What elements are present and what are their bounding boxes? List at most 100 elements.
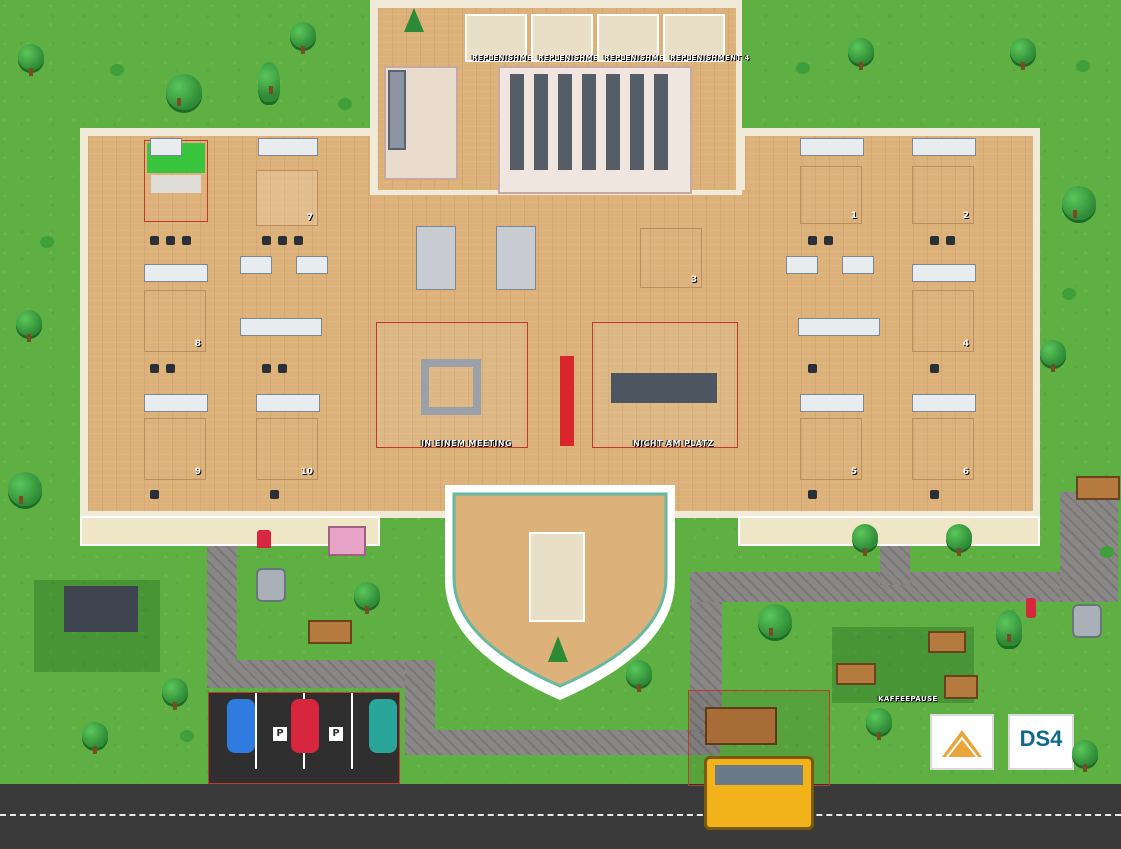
meeting-room[interactable]: IN EINEM MEETING <box>376 322 528 448</box>
car-icon <box>369 699 397 753</box>
mountain-logo-icon <box>942 730 982 758</box>
desk-icon[interactable] <box>800 394 864 412</box>
tree-icon <box>758 604 792 638</box>
bush-icon <box>796 62 810 74</box>
street <box>0 784 1121 849</box>
office-room-3[interactable]: 3 <box>640 228 702 288</box>
office-room-5[interactable]: 5 <box>800 418 862 480</box>
fountain-icon[interactable] <box>1072 604 1102 638</box>
desk-icon[interactable] <box>798 318 880 336</box>
outdoor-gym-zone[interactable] <box>34 580 160 672</box>
car-icon <box>227 699 255 753</box>
lounge-sofa[interactable] <box>388 70 406 150</box>
office-number-9: 9 <box>194 467 201 477</box>
desk-icon[interactable] <box>144 394 208 412</box>
chair-icon <box>946 236 955 245</box>
conference-table[interactable] <box>630 74 644 170</box>
tree-icon <box>996 610 1022 646</box>
footpath-bottom-mid <box>405 730 720 755</box>
office-room-9[interactable]: 9 <box>144 418 206 480</box>
vending-machine[interactable] <box>328 526 366 556</box>
office-room-6[interactable]: 6 <box>912 418 974 480</box>
replenishment-desk-1[interactable]: REPLENISHMENT 1 <box>465 14 551 62</box>
desk-icon[interactable] <box>150 138 182 156</box>
right-wing-floor <box>745 136 1033 511</box>
conference-table[interactable] <box>606 74 620 170</box>
footpath-left <box>207 545 237 675</box>
replenishment-desk-4[interactable]: REPLENISHMENT 4 <box>663 14 749 62</box>
conference-table[interactable] <box>654 74 668 170</box>
desk-icon[interactable] <box>240 256 272 274</box>
desk-icon[interactable] <box>912 394 976 412</box>
tree-icon <box>848 38 874 70</box>
chair-icon <box>278 364 287 373</box>
kaffeepause-zone[interactable]: KAFFEEPAUSE <box>832 627 978 703</box>
replenishment-desk-3[interactable]: REPLENISHMENT 3 <box>597 14 683 62</box>
bush-icon <box>180 730 194 742</box>
center-desk-cluster[interactable] <box>400 226 540 290</box>
mailbox-icon[interactable] <box>257 530 271 548</box>
desk-icon[interactable] <box>912 264 976 282</box>
office-number-5: 5 <box>850 467 857 477</box>
desk-icon[interactable] <box>912 138 976 156</box>
office-number-3: 3 <box>690 275 697 285</box>
desk-icon[interactable] <box>296 256 328 274</box>
replenishment-desk-2[interactable]: REPLENISHMENT 2 <box>531 14 617 62</box>
chair-icon <box>166 236 175 245</box>
conference-table[interactable] <box>534 74 548 170</box>
desk-icon[interactable] <box>416 226 456 290</box>
office-room-10[interactable]: 10 <box>256 418 318 480</box>
office-number-2: 2 <box>962 211 969 221</box>
fountain-icon[interactable] <box>256 568 286 602</box>
office-room-8[interactable]: 8 <box>144 290 206 352</box>
footpath-bottom-left <box>207 660 407 688</box>
chair-icon <box>182 236 191 245</box>
desk-icon[interactable] <box>800 138 864 156</box>
tree-icon <box>290 22 316 54</box>
parking-lot[interactable]: P P <box>208 692 400 784</box>
chair-icon <box>808 490 817 499</box>
chair-icon <box>150 236 159 245</box>
conference-table[interactable] <box>558 74 572 170</box>
tree-icon <box>1040 340 1066 372</box>
office-number-4: 4 <box>962 339 969 349</box>
tree-icon <box>82 722 108 754</box>
bus-icon[interactable] <box>704 756 814 830</box>
chair-icon <box>150 364 159 373</box>
bus-stop-icon <box>705 707 777 745</box>
tree-icon <box>626 660 652 692</box>
bench-icon <box>928 631 966 653</box>
office-number-10: 10 <box>300 467 313 477</box>
bench-icon[interactable] <box>308 620 352 644</box>
tree-icon <box>8 472 42 506</box>
bench-icon <box>836 663 876 685</box>
desk-icon[interactable] <box>240 318 322 336</box>
office-room-1[interactable]: 1 <box>800 166 862 224</box>
bench-icon <box>944 675 978 699</box>
desk-icon[interactable] <box>258 138 318 156</box>
office-room-2[interactable]: 2 <box>912 166 974 224</box>
bush-icon <box>1062 288 1076 300</box>
lounge-sofa <box>611 373 717 403</box>
office-room-7[interactable]: 7 <box>256 170 318 226</box>
desk-icon[interactable] <box>144 264 208 282</box>
tree-icon <box>1062 186 1096 220</box>
conference-tables <box>510 74 678 172</box>
tree-icon <box>1010 38 1036 70</box>
conference-table[interactable] <box>510 74 524 170</box>
bench-icon[interactable] <box>1076 476 1120 500</box>
conference-table[interactable] <box>582 74 596 170</box>
tree-icon <box>946 524 972 556</box>
desk-icon[interactable] <box>496 226 536 290</box>
desk-icon[interactable] <box>842 256 874 274</box>
entrance-meeting-table[interactable] <box>529 532 585 622</box>
office-room-4[interactable]: 4 <box>912 290 974 352</box>
tree-icon <box>162 678 188 710</box>
office-number-6: 6 <box>962 467 969 477</box>
desk-icon[interactable] <box>256 394 320 412</box>
bus-window <box>715 765 803 785</box>
tree-icon <box>852 524 878 556</box>
tree-icon <box>866 708 892 740</box>
desk-icon[interactable] <box>786 256 818 274</box>
nicht-am-platz-room[interactable]: NICHT AM PLATZ <box>592 322 738 448</box>
